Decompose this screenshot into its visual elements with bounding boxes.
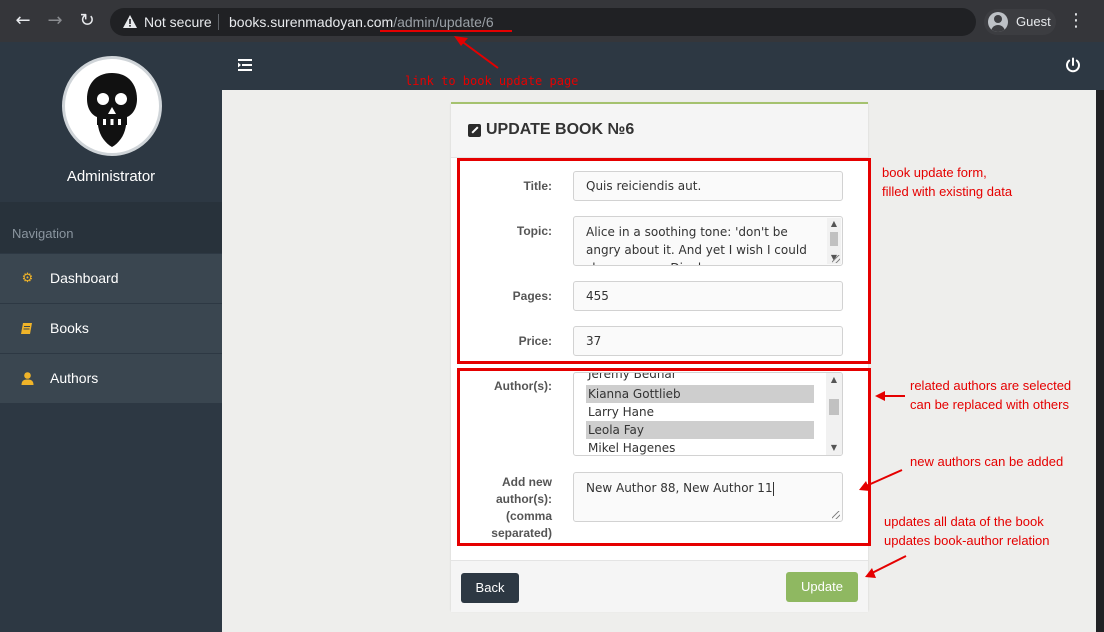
sidebar-item-label: Authors	[50, 370, 99, 386]
reload-icon[interactable]: ↻	[74, 8, 100, 34]
back-button[interactable]: Back	[461, 573, 519, 603]
panel-header: UPDATE BOOK №6	[451, 104, 868, 158]
annotation-form-2: filled with existing data	[882, 184, 1013, 199]
annotation-form-1: book update form,	[882, 165, 987, 180]
profile-avatar-icon	[988, 12, 1008, 32]
page-scrollbar[interactable]	[1096, 90, 1104, 632]
back-arrow-icon[interactable]: ←	[10, 8, 36, 34]
url-path: /admin/update/6	[393, 14, 494, 30]
book-icon	[21, 323, 32, 334]
power-icon[interactable]	[1064, 56, 1082, 74]
profile-button[interactable]: Guest	[984, 9, 1056, 35]
profile-label: Guest	[1016, 14, 1051, 29]
security-label[interactable]: Not secure	[144, 14, 212, 30]
more-menu-icon[interactable]: ⋮	[1066, 8, 1086, 34]
cogs-icon: ⚙	[21, 271, 34, 286]
nav-heading-area: Navigation	[0, 202, 222, 254]
annotation-link: link to book update page	[405, 74, 579, 88]
admin-topbar	[222, 42, 1104, 90]
edit-icon	[468, 124, 481, 137]
annotation-update-2: updates book-author relation	[884, 533, 1050, 548]
sidebar-item-books[interactable]: Books	[0, 303, 222, 353]
annotation-box-authors	[457, 368, 871, 546]
annotation-box-form	[457, 158, 871, 364]
address-bar[interactable]: Not secure books.surenmadoyan.com/admin/…	[110, 8, 976, 36]
user-icon	[21, 372, 34, 385]
page-title: UPDATE BOOK №6	[486, 121, 635, 138]
url-host: books.surenmadoyan.com	[229, 14, 394, 30]
warning-icon[interactable]	[122, 14, 138, 30]
sidebar: Administrator Navigation ⚙ Dashboard Boo…	[0, 42, 222, 632]
annotation-authors-1: related authors are selected	[910, 378, 1072, 393]
admin-avatar	[62, 56, 162, 156]
omnibox-divider	[218, 14, 219, 30]
url-text[interactable]: books.surenmadoyan.com/admin/update/6	[229, 14, 494, 30]
annotation-update-1: updates all data of the book	[884, 514, 1044, 529]
menu-toggle-icon[interactable]	[238, 58, 254, 72]
sidebar-item-authors[interactable]: Authors	[0, 353, 222, 403]
forward-arrow-icon[interactable]: →	[42, 8, 68, 34]
sidebar-item-label: Dashboard	[50, 270, 119, 286]
nav-heading: Navigation	[12, 226, 74, 241]
skull-icon	[87, 73, 137, 147]
sidebar-item-dashboard[interactable]: ⚙ Dashboard	[0, 253, 222, 303]
annotation-new-authors: new authors can be added	[910, 454, 1064, 469]
admin-name: Administrator	[66, 168, 156, 185]
annotation-authors-2: can be replaced with others	[910, 397, 1069, 412]
update-button[interactable]: Update	[786, 572, 858, 602]
browser-toolbar: ← → ↻ Not secure books.surenmadoyan.com/…	[0, 0, 1104, 42]
sidebar-item-label: Books	[50, 320, 89, 336]
panel-footer: Back Update	[451, 560, 868, 612]
